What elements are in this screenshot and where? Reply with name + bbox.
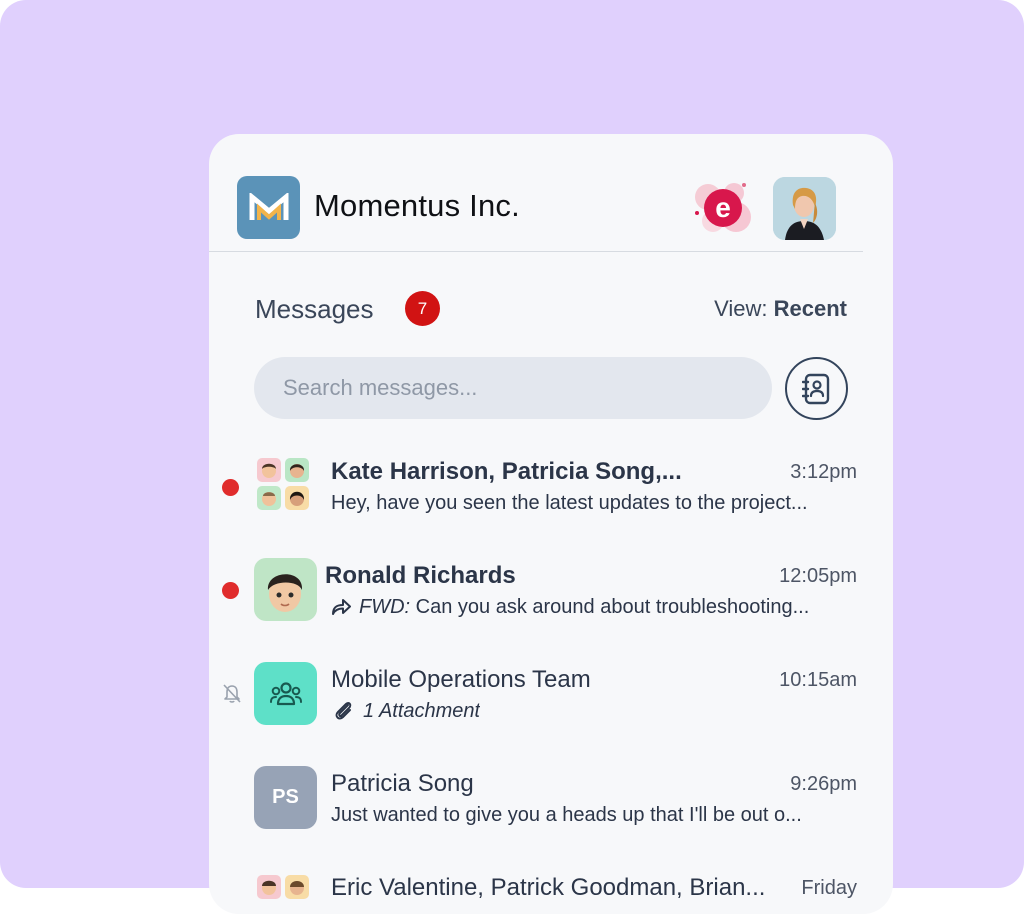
momentus-logo-icon (249, 192, 288, 220)
group-avatar (257, 458, 315, 516)
forward-icon (332, 599, 351, 615)
conversation-name: Kate Harrison, Patricia Song,... (331, 458, 682, 485)
conversation-name: Eric Valentine, Patrick Goodman, Brian..… (331, 874, 766, 901)
team-icon (269, 681, 302, 705)
conversation-preview: Hey, have you seen the latest updates to… (331, 492, 808, 514)
paperclip-icon (335, 701, 352, 720)
preview-text: Can you ask around about troubleshooting… (415, 596, 810, 618)
memoji-woman-icon (285, 486, 309, 510)
preview-text: 1 Attachment (363, 700, 481, 722)
brand-badge[interactable]: e (695, 180, 751, 236)
unread-indicator (222, 582, 239, 599)
memoji-patricia-icon (285, 458, 309, 482)
conversation-name: Ronald Richards (325, 562, 516, 589)
avatar-initials: PS (254, 766, 317, 829)
group-avatar (257, 875, 315, 914)
muted-bell-icon (223, 684, 241, 703)
contacts-button[interactable] (785, 357, 848, 420)
conversation-item[interactable]: PS Patricia Song 9:26pm Just wanted to g… (209, 764, 893, 854)
user-photo-icon (773, 177, 836, 240)
conversation-item[interactable]: Mobile Operations Team 10:15am 1 Attachm… (209, 660, 893, 750)
memoji-eric-icon (257, 875, 281, 899)
company-name: Momentus Inc. (314, 188, 520, 223)
forward-prefix: FWD: (359, 596, 411, 618)
unread-count-badge: 7 (405, 291, 440, 326)
conversation-time: 9:26pm (790, 773, 857, 795)
contact-book-icon (801, 373, 829, 404)
messages-title: Messages (255, 294, 374, 324)
brand-e-icon: e (695, 183, 751, 232)
conversation-preview: FWD: Can you ask around about troublesho… (331, 596, 809, 619)
view-value: Recent (773, 296, 847, 321)
conversation-time: 12:05pm (779, 565, 857, 587)
view-selector[interactable]: View: Recent (714, 296, 847, 322)
company-logo[interactable] (237, 176, 300, 239)
conversation-preview: 1 Attachment (333, 700, 480, 723)
view-label: View: (714, 296, 768, 321)
conversation-time: 3:12pm (790, 461, 857, 483)
messages-panel: Momentus Inc. e Messages 7 View: Recent (209, 134, 893, 914)
memoji-patrick-icon (285, 875, 309, 899)
svg-text:e: e (715, 192, 731, 223)
conversation-name: Patricia Song (331, 770, 474, 797)
conversation-preview: Just wanted to give you a heads up that … (331, 804, 802, 826)
conversation-time: Friday (801, 877, 857, 899)
conversation-name: Mobile Operations Team (331, 666, 591, 693)
header-divider (209, 251, 863, 252)
search-input[interactable] (254, 357, 772, 419)
memoji-man-icon (257, 486, 281, 510)
unread-indicator (222, 479, 239, 496)
memoji-boy-icon (267, 574, 303, 612)
avatar-ronald (254, 558, 317, 621)
conversation-item[interactable]: Kate Harrison, Patricia Song,... 3:12pm … (209, 452, 893, 542)
avatar-team (254, 662, 317, 725)
conversation-item[interactable]: Eric Valentine, Patrick Goodman, Brian..… (209, 868, 893, 914)
user-avatar[interactable] (773, 177, 836, 240)
memoji-kate-icon (257, 458, 281, 482)
conversation-time: 10:15am (779, 669, 857, 691)
conversation-item[interactable]: Ronald Richards 12:05pm FWD: Can you ask… (209, 556, 893, 646)
